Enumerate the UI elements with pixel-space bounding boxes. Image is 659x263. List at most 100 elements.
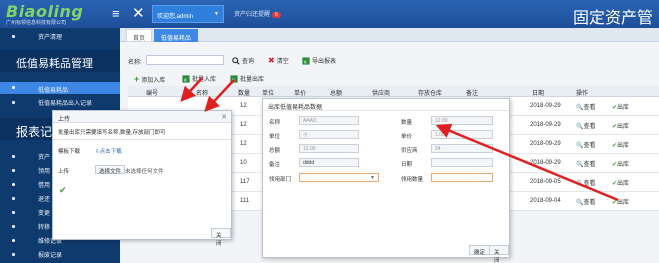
sidebar-item-consumables-records[interactable]: 低值易耗品出入记录 [0, 98, 120, 108]
table-header: 编号 名称 数量 单位 单价 总额 供应商 存放仓库 备注 日期 操作 [128, 86, 659, 97]
price-field[interactable]: 1.00 [431, 130, 493, 139]
clear-button[interactable]: ✖ 清空 [268, 56, 289, 65]
tab-consumables[interactable]: 低值易耗品 [154, 29, 199, 42]
out-button[interactable]: ✔出库 [612, 159, 629, 168]
view-label: 查看 [583, 143, 596, 149]
note-field[interactable]: dddd [299, 158, 359, 167]
sidebar-item-asset-cleanup[interactable]: 资产清理 [0, 32, 120, 42]
view-button[interactable]: 🔍查看 [576, 121, 596, 130]
col-header-date[interactable]: 日期 [532, 88, 544, 97]
qty-field[interactable]: 12.00 [431, 116, 493, 125]
col-header-price[interactable]: 单价 [294, 88, 306, 97]
out-dialog-close-button[interactable]: 关闭 [489, 245, 509, 263]
sidebar-item-consumables[interactable]: 低值易耗品 [0, 82, 120, 94]
close-icon[interactable]: ✕ [221, 113, 227, 121]
batch-in-button[interactable]: x 批量入库 [182, 74, 216, 83]
col-header-warehouse[interactable]: 存放仓库 [418, 88, 442, 97]
out-qty-label: 领用数量 [401, 177, 424, 183]
outbound-dialog-title: 出库低值易耗品数据 [263, 99, 509, 111]
export-button-label: 导出报表 [312, 59, 337, 65]
out-button[interactable]: ✔出库 [612, 140, 629, 149]
sidebar-section-consumables[interactable]: 低值易耗品管理 [0, 50, 120, 72]
view-button[interactable]: 🔍查看 [576, 197, 596, 206]
top-bar: Biaoling 广州标领信息科技有限公司 ≡ ✕ 欢迎您,admin ▼ 资产… [0, 0, 659, 28]
chevron-down-icon: ▼ [214, 11, 219, 17]
user-menu[interactable]: 欢迎您,admin ▼ [152, 5, 224, 23]
export-button[interactable]: x 导出报表 [302, 56, 336, 65]
menu-icon[interactable]: ≡ [112, 6, 120, 21]
supplier-field[interactable]: 24 [431, 144, 493, 153]
download-link-label: 点击下载 [99, 149, 122, 155]
col-header-qty[interactable]: 数量 [238, 88, 250, 97]
name-label: 名称: [128, 60, 142, 66]
upload-dialog-title: 上传 [53, 111, 231, 123]
sidebar-item-label: 资产清理 [38, 35, 63, 41]
view-button[interactable]: 🔍查看 [576, 178, 596, 187]
cell-qty: 10 [240, 160, 247, 166]
name-search-input[interactable] [146, 55, 224, 65]
cell-qty: 117 [240, 179, 250, 185]
view-label: 查看 [583, 162, 596, 168]
upload-dialog: 上传 ✕ 批量出库只需要填写名称,数量,存放部门即可 模板下载 ⇩点击下载 上传… [52, 110, 232, 247]
col-header-supplier[interactable]: 供应商 [372, 88, 390, 97]
out-button[interactable]: ✔出库 [612, 178, 629, 187]
dept-select[interactable]: ▼ [299, 173, 379, 182]
bullet-icon [12, 101, 15, 104]
confirm-button[interactable]: 确定 [469, 245, 491, 256]
add-stock-button[interactable]: + 添加入库 [134, 74, 165, 84]
col-header-id[interactable]: 编号 [146, 88, 158, 97]
close-icon[interactable]: ✕ [132, 4, 145, 22]
download-link[interactable]: ⇩点击下载 [95, 147, 122, 155]
unit-field[interactable]: 个 [299, 130, 359, 139]
out-label: 出库 [617, 162, 630, 168]
name-field-label: 名称 [269, 120, 281, 126]
out-label: 出库 [617, 200, 630, 206]
view-label: 查看 [583, 200, 596, 206]
sidebar-item-label: 转移 [38, 225, 51, 231]
name-field[interactable]: AAAD [299, 116, 359, 125]
total-field[interactable]: 12.00 [299, 144, 359, 153]
bullet-icon [12, 35, 15, 38]
clear-icon: ✖ [268, 56, 275, 65]
view-button[interactable]: 🔍查看 [576, 140, 596, 149]
price-field-label: 单价 [401, 134, 413, 140]
tab-home[interactable]: 首页 [126, 29, 153, 42]
view-button[interactable]: 🔍查看 [576, 102, 596, 111]
reminder-count-badge: 6 [272, 12, 281, 18]
out-label: 出库 [617, 181, 630, 187]
sidebar-item-label: 报废记录 [38, 253, 63, 259]
out-button[interactable]: ✔出库 [612, 102, 629, 111]
bullet-icon [12, 225, 15, 228]
cell-date: 2018-09-29 [530, 160, 561, 166]
sidebar-item-scrap-records[interactable]: 报废记录 [0, 250, 120, 260]
return-reminder[interactable]: 资产归还提醒 6 [234, 9, 281, 18]
choose-file-button[interactable]: 选择文件 [95, 165, 126, 175]
out-label: 出库 [617, 143, 630, 149]
search-icon [232, 56, 240, 65]
out-button[interactable]: ✔出库 [612, 197, 629, 206]
sidebar-item-label: 借用 [38, 183, 51, 189]
cell-date: 2018-09-29 [530, 103, 561, 109]
upload-label: 上传 [58, 169, 70, 175]
upload-close-button[interactable]: 关闭 [211, 228, 231, 247]
col-header-total[interactable]: 总额 [330, 88, 342, 97]
checkmark-icon[interactable]: ✔ [59, 185, 67, 196]
query-button[interactable]: 查询 [232, 56, 254, 65]
outbound-dialog: 出库低值易耗品数据 名称 AAAD 数量 12.00 单位 个 单价 1.00 … [262, 98, 510, 263]
out-qty-input[interactable] [431, 173, 493, 182]
batch-out-button[interactable]: x 批量出库 [230, 74, 264, 83]
col-header-name[interactable]: 名称 [196, 88, 208, 97]
cell-date: 2018-09-05 [530, 179, 561, 185]
bullet-icon [12, 155, 15, 158]
col-header-note[interactable]: 备注 [466, 88, 478, 97]
view-label: 查看 [583, 181, 596, 187]
col-header-unit[interactable]: 单位 [262, 88, 274, 97]
cell-qty: 12 [240, 122, 247, 128]
date-field[interactable] [431, 158, 493, 167]
cell-date: 2018-09-29 [530, 122, 561, 128]
upload-hint: 批量出库只需要填写名称,数量,存放部门即可 [58, 130, 166, 136]
excel-icon: x [302, 56, 310, 65]
out-button[interactable]: ✔出库 [612, 121, 629, 130]
app-title: 固定资产管 [572, 10, 653, 27]
view-button[interactable]: 🔍查看 [576, 159, 596, 168]
